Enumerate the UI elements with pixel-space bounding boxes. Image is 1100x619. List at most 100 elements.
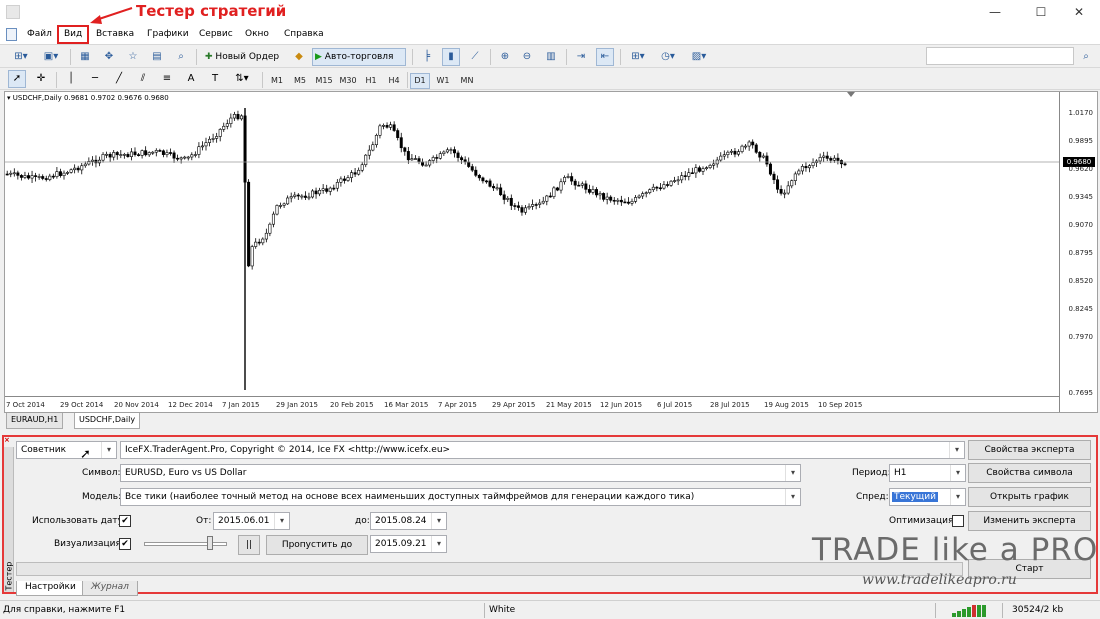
menu-window[interactable]: Окно xyxy=(243,27,271,42)
x-tick: 12 Jun 2015 xyxy=(600,401,643,409)
new-order-button[interactable]: ✚ Новый Ордер xyxy=(202,48,286,66)
line-chart-icon[interactable]: ⟋ xyxy=(466,48,484,66)
speed-slider-track[interactable] xyxy=(144,542,227,546)
text-icon[interactable]: A xyxy=(182,70,200,88)
periods-icon[interactable]: ◷▾ xyxy=(656,48,680,66)
data-window-icon[interactable]: ✥ xyxy=(100,48,118,66)
tester-close-icon[interactable]: × xyxy=(4,436,12,444)
menu-tools[interactable]: Сервис xyxy=(197,27,235,42)
spread-value: Текущий xyxy=(892,492,938,502)
skip-to-date-picker[interactable]: 2015.09.21 ▾ xyxy=(370,535,447,553)
autoscroll-icon[interactable]: ⇥ xyxy=(572,48,590,66)
timeframe-h1[interactable]: H1 xyxy=(362,73,380,89)
vertical-line-icon[interactable]: │ xyxy=(62,70,80,88)
y-tick: 0.9895 xyxy=(1068,137,1094,145)
zoom-out-icon[interactable]: ⊖ xyxy=(518,48,536,66)
expert-type-select[interactable]: Советник ▾ xyxy=(16,441,117,459)
period-label: Период: xyxy=(852,468,891,478)
text-label-icon[interactable]: T xyxy=(206,70,224,88)
tab-journal[interactable]: Журнал xyxy=(82,581,138,596)
spread-select[interactable]: Текущий ▾ xyxy=(889,488,966,506)
spread-label: Спред: xyxy=(856,492,889,502)
search-icon[interactable]: ⌕ xyxy=(1077,48,1095,66)
x-tick: 20 Feb 2015 xyxy=(330,401,374,409)
status-profile: White xyxy=(489,605,516,615)
navigator-icon[interactable]: ☆ xyxy=(124,48,142,66)
x-tick: 10 Sep 2015 xyxy=(818,401,863,409)
timeframe-m30[interactable]: M30 xyxy=(338,73,358,89)
visualization-checkbox[interactable]: ✔ xyxy=(119,538,131,550)
timeframe-m15[interactable]: M15 xyxy=(314,73,334,89)
expert-select[interactable]: IceFX.TraderAgent.Pro, Copyright © 2014,… xyxy=(120,441,965,459)
menu-bar: Файл Вид Вставка Графики Сервис Окно Спр… xyxy=(0,24,1100,63)
search-input[interactable] xyxy=(926,47,1074,65)
profiles-icon[interactable]: ▣▾ xyxy=(38,48,64,66)
market-watch-icon[interactable]: ▦ xyxy=(76,48,94,66)
menu-insert[interactable]: Вставка xyxy=(94,27,136,42)
expert-value: IceFX.TraderAgent.Pro, Copyright © 2014,… xyxy=(125,445,451,455)
time-scale-divider xyxy=(5,396,1059,397)
chart-shift-icon[interactable]: ⇤ xyxy=(596,48,614,66)
x-tick: 29 Apr 2015 xyxy=(492,401,536,409)
annotation-arrow-icon xyxy=(90,7,133,24)
to-date-picker[interactable]: 2015.08.24 ▾ xyxy=(370,512,447,530)
autotrade-button[interactable]: ▶ Авто-торговля xyxy=(312,48,406,66)
chart-tab-euraud[interactable]: EURAUD,H1 xyxy=(6,413,64,429)
status-help-text: Для справки, нажмите F1 xyxy=(3,605,126,615)
timeframe-m1[interactable]: M1 xyxy=(268,73,286,89)
new-chart-icon[interactable]: ⊞▾ xyxy=(8,48,34,66)
terminal-icon[interactable]: ▤ xyxy=(148,48,166,66)
model-select[interactable]: Все тики (наиболее точный метод на основ… xyxy=(120,488,801,506)
fibonacci-icon[interactable]: ≡ xyxy=(158,70,176,88)
status-bar: Для справки, нажмите F1 White 30524/2 kb xyxy=(0,600,1100,619)
metaeditor-icon[interactable]: ◆ xyxy=(290,48,308,66)
symbol-select[interactable]: EURUSD, Euro vs US Dollar ▾ xyxy=(120,464,801,482)
menu-file[interactable]: Файл xyxy=(25,27,54,42)
speed-slider-thumb[interactable] xyxy=(207,536,213,550)
timeframe-d1[interactable]: D1 xyxy=(410,73,430,89)
open-chart-button[interactable]: Открыть график xyxy=(968,487,1091,507)
timeframe-mn[interactable]: MN xyxy=(457,73,477,89)
x-tick: 7 Apr 2015 xyxy=(438,401,477,409)
symbol-properties-button[interactable]: Свойства символа xyxy=(968,463,1091,483)
use-date-checkbox[interactable]: ✔ xyxy=(119,515,131,527)
timeframe-m5[interactable]: M5 xyxy=(291,73,309,89)
tab-settings[interactable]: Настройки xyxy=(16,581,85,596)
templates-icon[interactable]: ▨▾ xyxy=(686,48,712,66)
optimization-checkbox[interactable] xyxy=(952,515,964,527)
horizontal-line-icon[interactable]: ─ xyxy=(86,70,104,88)
from-label: От: xyxy=(196,516,212,526)
new-order-label: Новый Ордер xyxy=(215,52,280,62)
chevron-down-icon: ▾ xyxy=(949,442,964,458)
chevron-down-icon: ▾ xyxy=(101,442,116,458)
indicators-icon[interactable]: ⊞▾ xyxy=(626,48,650,66)
minimize-button[interactable]: — xyxy=(974,0,1016,24)
skip-to-button[interactable]: Пропустить до xyxy=(266,535,368,555)
chart-shift-marker xyxy=(847,92,855,97)
candlestick-icon[interactable]: ▮ xyxy=(442,48,460,66)
period-select[interactable]: H1 ▾ xyxy=(889,464,966,482)
trendline-icon[interactable]: ╱ xyxy=(110,70,128,88)
close-button[interactable]: ✕ xyxy=(1058,0,1100,24)
cursor-icon[interactable]: ➚ xyxy=(8,70,26,88)
expert-properties-button[interactable]: Свойства эксперта xyxy=(968,440,1091,460)
crosshair-icon[interactable]: ✛ xyxy=(32,70,50,88)
channel-icon[interactable]: ⫽ xyxy=(134,70,152,88)
pause-button[interactable]: || xyxy=(238,535,260,555)
tile-windows-icon[interactable]: ▥ xyxy=(542,48,560,66)
autotrade-label: Авто-торговля xyxy=(324,52,394,62)
edit-expert-button[interactable]: Изменить эксперта xyxy=(968,511,1091,531)
zoom-in-icon[interactable]: ⊕ xyxy=(496,48,514,66)
chart-tab-usdchf[interactable]: USDCHF,Daily xyxy=(74,413,141,429)
menu-help[interactable]: Справка xyxy=(282,27,326,42)
maximize-button[interactable]: ☐ xyxy=(1020,0,1062,24)
timeframe-w1[interactable]: W1 xyxy=(434,73,452,89)
from-date-picker[interactable]: 2015.06.01 ▾ xyxy=(213,512,290,530)
tester-icon[interactable]: ⌕ xyxy=(172,48,190,66)
menu-charts[interactable]: Графики xyxy=(145,27,191,42)
arrows-icon[interactable]: ⇅▾ xyxy=(230,70,254,88)
use-date-label: Использовать дату xyxy=(32,516,123,526)
price-chart[interactable]: ▾ USDCHF,Daily 0.9681 0.9702 0.9676 0.96… xyxy=(4,91,1098,413)
timeframe-h4[interactable]: H4 xyxy=(385,73,403,89)
bar-chart-icon[interactable]: ╞ xyxy=(418,48,436,66)
